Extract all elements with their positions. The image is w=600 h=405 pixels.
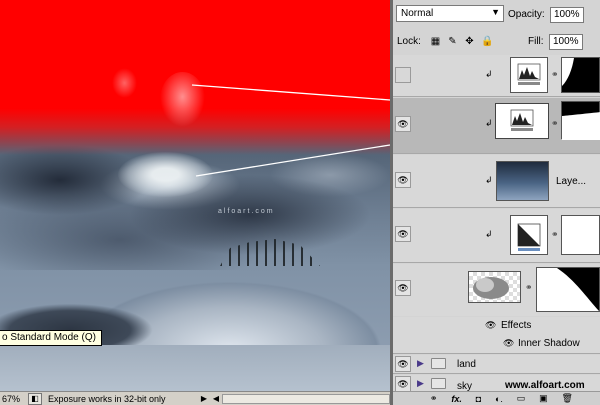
inner-shadow-eye-icon[interactable]: 👁 <box>503 338 514 349</box>
visibility-toggle[interactable]: 👁 <box>395 356 411 372</box>
effects-eye-icon[interactable]: 👁 <box>485 320 496 331</box>
mask-icon[interactable]: ◘ <box>476 394 481 404</box>
document-info-icon[interactable]: ◧ <box>28 392 42 405</box>
layers-panel: Normal ▼ Opacity: 100% Lock: ▦ ✎ ✥ 🔒 Fil… <box>393 0 600 405</box>
blend-mode-value: Normal <box>401 8 434 19</box>
visibility-toggle[interactable]: 👁 <box>395 172 411 188</box>
tooltip: o Standard Mode (Q) <box>0 330 102 346</box>
mask-link-icon[interactable]: ⚭ <box>551 118 559 129</box>
expand-triangle-icon[interactable]: ▶ <box>417 378 424 389</box>
layer-row[interactable]: 👁 ↲ Laye... <box>393 155 600 208</box>
layer-row[interactable]: ↲ ⚭ <box>393 55 600 97</box>
layer-row[interactable]: 👁 ↲ ⚭ <box>393 209 600 263</box>
fill-field[interactable]: 100% <box>549 34 583 50</box>
callout-line-lower <box>195 144 390 177</box>
expand-triangle-icon[interactable]: ▶ <box>417 358 424 369</box>
visibility-toggle[interactable] <box>395 67 411 83</box>
group-row-land[interactable]: 👁 ▶ land <box>393 355 600 374</box>
levels-icon <box>517 63 541 85</box>
trash-icon[interactable]: 🗑 <box>562 393 573 404</box>
inner-shadow-label: Inner Shadow <box>518 338 580 349</box>
site-watermark: www.alfoart.com <box>505 380 585 391</box>
status-menu-arrow-icon[interactable]: ▶ <box>198 394 210 403</box>
clip-arrow-icon: ↲ <box>485 229 493 239</box>
clip-arrow-icon: ↲ <box>485 175 493 185</box>
levels-icon <box>510 109 534 131</box>
status-message: Exposure works in 32-bit only <box>48 393 166 404</box>
mask-shape <box>562 112 600 140</box>
blend-mode-select[interactable]: Normal ▼ <box>396 5 504 22</box>
horizontal-scrollbar[interactable] <box>222 393 390 404</box>
visibility-toggle[interactable]: 👁 <box>395 280 411 296</box>
inner-shadow-row[interactable]: 👁 Inner Shadow <box>393 335 600 354</box>
group-icon[interactable]: ▭ <box>517 393 526 404</box>
blend-row: Normal ▼ Opacity: 100% <box>393 0 600 26</box>
callout-line-upper <box>191 84 390 101</box>
folder-icon <box>431 358 446 369</box>
levels-thumbnail <box>510 57 548 93</box>
visibility-toggle[interactable]: 👁 <box>395 116 411 132</box>
cloud-shape <box>473 277 509 299</box>
mask-link-icon[interactable]: ⚭ <box>551 229 559 240</box>
fx-icon[interactable]: fx. <box>451 394 462 404</box>
mask-shape <box>562 58 574 86</box>
lock-all-icon[interactable]: 🔒 <box>481 36 493 47</box>
document-canvas[interactable]: alfoart.com o Standard Mode (Q) <box>0 0 390 391</box>
lock-pixels-icon[interactable]: ✎ <box>447 36 458 47</box>
layer-mask-thumbnail <box>561 57 600 93</box>
adjustment-icon[interactable]: ◐. <box>495 394 503 404</box>
scroll-left-icon[interactable]: ◀ <box>210 394 222 403</box>
zoom-level[interactable]: 67% <box>0 394 28 404</box>
layer-mask-thumbnail <box>561 215 600 255</box>
layer-row-selected[interactable]: 👁 ↲ ⚭ <box>393 98 600 154</box>
gradient-thumbnail <box>510 215 548 255</box>
clip-arrow-icon: ↲ <box>485 69 493 79</box>
layer-image-thumbnail <box>496 161 549 201</box>
cloud-thumbnail <box>468 271 521 303</box>
mask-link-icon[interactable]: ⚭ <box>525 282 533 293</box>
gradient-map-icon <box>517 223 541 251</box>
lock-label: Lock: <box>397 36 421 47</box>
opacity-label: Opacity: <box>508 9 545 20</box>
layers-bottom-bar: ⚭ fx. ◘ ◐. ▭ ▣ 🗑 <box>393 391 600 405</box>
clip-arrow-icon: ↲ <box>485 118 493 128</box>
lock-row: Lock: ▦ ✎ ✥ 🔒 Fill: 100% <box>393 28 600 54</box>
fill-label: Fill: <box>528 36 544 47</box>
mask-shape <box>557 268 599 311</box>
visibility-toggle[interactable]: 👁 <box>395 376 411 392</box>
link-icon[interactable]: ⚭ <box>430 393 438 404</box>
lock-position-icon[interactable]: ✥ <box>464 36 475 47</box>
layer-mask-thumbnail <box>536 267 600 312</box>
effects-row[interactable]: 👁 Effects <box>393 317 600 335</box>
opacity-field[interactable]: 100% <box>550 7 584 23</box>
mask-link-icon[interactable]: ⚭ <box>551 69 559 80</box>
group-name: land <box>457 359 476 370</box>
lock-transparency-icon[interactable]: ▦ <box>430 36 441 47</box>
visibility-toggle[interactable]: 👁 <box>395 226 411 242</box>
levels-thumbnail <box>495 103 549 139</box>
layer-row[interactable]: 👁 ⚭ <box>393 264 600 316</box>
photoshop-workspace: alfoart.com o Standard Mode (Q) 67% ◧ Ex… <box>0 0 600 405</box>
layer-mask-thumbnail <box>561 101 600 140</box>
layer-name[interactable]: Laye... <box>556 176 586 187</box>
new-layer-icon[interactable]: ▣ <box>539 393 548 404</box>
status-bar: 67% ◧ Exposure works in 32-bit only ▶ ◀ <box>0 391 390 405</box>
lock-icons: ▦ ✎ ✥ 🔒 <box>430 36 494 47</box>
effects-label: Effects <box>501 320 532 331</box>
chevron-down-icon: ▼ <box>491 7 500 17</box>
folder-icon <box>431 378 446 389</box>
